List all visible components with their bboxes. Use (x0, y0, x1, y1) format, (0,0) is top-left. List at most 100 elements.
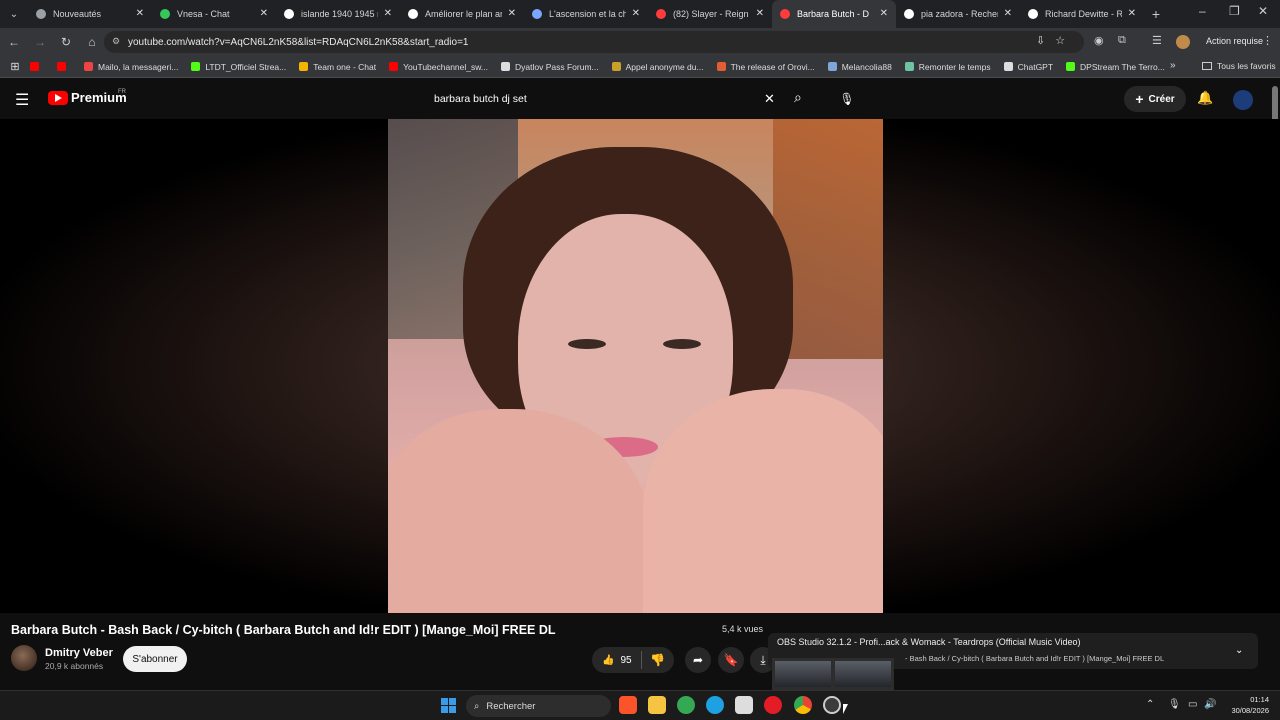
tab-close-icon[interactable]: ✕ (136, 8, 144, 19)
channel-name[interactable]: Dmitry Veber (45, 647, 113, 659)
create-button[interactable]: + Créer (1124, 86, 1186, 112)
tab-close-icon[interactable]: ✕ (880, 8, 888, 19)
edge-icon[interactable] (706, 696, 724, 714)
browser-tab[interactable]: L'ascension et la chut ✕ (524, 0, 648, 28)
home-icon[interactable]: ⌂ (80, 35, 104, 49)
search-icon: ⌕ (474, 700, 480, 712)
channel-avatar[interactable] (11, 645, 37, 671)
reading-list-icon[interactable]: ☰ (1152, 34, 1162, 47)
extensions-puzzle-icon[interactable]: ⧉ (1118, 34, 1126, 47)
bookmark-item[interactable]: DPStream The Terro... (1066, 62, 1165, 72)
taskbar-search[interactable]: ⌕ Rechercher (466, 695, 611, 717)
video-player[interactable] (0, 119, 1280, 613)
window-thumbnail[interactable] (775, 661, 831, 687)
bookmark-favicon-icon (611, 62, 621, 71)
all-favorites-folder[interactable]: Tous les favoris (1202, 61, 1276, 71)
tab-search-menu-icon[interactable]: ⌄ (0, 0, 28, 28)
youtube-premium-logo[interactable]: Premium FR (48, 89, 127, 105)
action-required-button[interactable]: Action requise (1206, 36, 1263, 46)
tab-close-icon[interactable]: ✕ (756, 8, 764, 19)
bookmark-item[interactable] (57, 62, 71, 72)
tab-favicon-icon (1028, 9, 1038, 19)
clear-search-icon[interactable]: ✕ (764, 91, 775, 107)
tab-close-icon[interactable]: ✕ (1004, 8, 1012, 19)
browser-tab[interactable]: Vnesa - Chat ✕ (152, 0, 276, 28)
like-button[interactable]: 👍 95 (592, 651, 642, 669)
bookmark-item[interactable]: Team one - Chat (299, 62, 376, 72)
apps-grid-icon[interactable]: ⊞ (0, 60, 30, 73)
browser-tab[interactable]: Nouveautés ✕ (28, 0, 152, 28)
tab-favicon-icon (532, 9, 542, 19)
tab-close-icon[interactable]: ✕ (260, 8, 268, 19)
bookmark-item[interactable]: ChatGPT (1003, 62, 1053, 72)
chrome-menu-icon[interactable]: ⋮ (1262, 34, 1273, 47)
tray-chevron-icon[interactable]: ⌃ (1146, 699, 1154, 710)
bookmark-item[interactable]: Appel anonyme du... (611, 62, 704, 72)
chrome-icon[interactable] (794, 696, 812, 714)
tab-close-icon[interactable]: ✕ (1128, 8, 1136, 19)
browser-tab[interactable]: pia zadora - Recherc ✕ (896, 0, 1020, 28)
obs-window-thumbnails[interactable] (772, 658, 894, 690)
popup-title: OBS Studio 32.1.2 - Profi...ack & Womack… (777, 637, 1081, 647)
browser-tab[interactable]: Améliorer le plan arc ✕ (400, 0, 524, 28)
tab-close-icon[interactable]: ✕ (632, 8, 640, 19)
chrome-alt-icon[interactable] (677, 696, 695, 714)
microphone-tray-icon[interactable]: 🎙 (1168, 699, 1181, 710)
browser-tab[interactable]: Richard Dewitte - Re ✕ (1020, 0, 1144, 28)
bookmark-item[interactable]: Melancolia88 (827, 62, 892, 72)
window-thumbnail[interactable] (835, 661, 891, 687)
bookmark-item[interactable]: LTDT_Officiel Strea... (191, 62, 286, 72)
mouse-cursor (843, 704, 848, 714)
clock[interactable]: 01:14 30/08/2026 (1227, 694, 1269, 716)
tab-list: Nouveautés ✕ Vnesa - Chat ✕ islande 1940 194… (28, 0, 1144, 28)
account-avatar[interactable] (1233, 90, 1253, 110)
reload-icon[interactable]: ↻ (54, 35, 78, 49)
bookmark-item[interactable]: Mailo, la messageri... (84, 62, 178, 72)
windows-start-icon[interactable] (441, 698, 456, 713)
back-icon[interactable]: ← (2, 35, 26, 49)
site-info-icon[interactable]: ⚙ (112, 36, 120, 47)
tab-close-icon[interactable]: ✕ (384, 8, 392, 19)
maximize-icon[interactable]: ❐ (1229, 4, 1240, 18)
more-bookmarks-icon[interactable]: » (1170, 60, 1176, 71)
browser-tab[interactable]: Barbara Butch - D ✕ (772, 0, 896, 28)
browser-tab[interactable]: (82) Slayer - Reign In ✕ (648, 0, 772, 28)
app-icon[interactable] (735, 696, 753, 714)
dislike-button[interactable]: 👎 (642, 653, 665, 667)
url-field[interactable]: ⚙ youtube.com/watch?v=AqCN6L2nK58&list=R… (104, 31, 1084, 53)
volume-icon[interactable]: 🔊 (1204, 699, 1216, 710)
bookmark-item[interactable]: The release of Orovi... (716, 62, 815, 72)
profile-avatar[interactable] (1176, 35, 1190, 49)
close-window-icon[interactable]: ✕ (1258, 4, 1268, 18)
install-and-star-icons[interactable]: ⇩☆ (1036, 34, 1075, 47)
bookmark-item[interactable] (30, 62, 44, 72)
new-tab-icon[interactable]: + (1144, 6, 1168, 22)
browser-tab-strip: ⌄ Nouveautés ✕ Vnesa - Chat ✕ islande 1940 1… (0, 0, 1280, 28)
microphone-icon[interactable]: 🎙 (834, 86, 860, 112)
bookmark-item[interactable]: Remonter le temps (904, 62, 991, 72)
file-explorer-icon[interactable] (648, 696, 666, 714)
brave-icon[interactable] (619, 696, 637, 714)
tab-close-icon[interactable]: ✕ (508, 8, 516, 19)
address-bar-row: ← → ↻ ⌂ ⚙ youtube.com/watch?v=AqCN6L2nK5… (0, 28, 1280, 56)
share-button[interactable]: ➦ (685, 647, 711, 673)
bookmark-item[interactable]: YouTubechannel_sw... (389, 62, 488, 72)
opera-icon[interactable] (764, 696, 782, 714)
chevron-down-icon[interactable]: ⌄ (1235, 645, 1243, 656)
bookmark-item[interactable]: Dyatlov Pass Forum... (501, 62, 599, 72)
search-icon[interactable]: ⌕ (794, 89, 802, 106)
extension-icon[interactable]: ◉ (1094, 34, 1104, 47)
browser-tab[interactable]: islande 1940 1945 m ✕ (276, 0, 400, 28)
forward-icon[interactable]: → (28, 35, 52, 49)
obs-icon[interactable] (823, 696, 841, 714)
menu-icon[interactable]: ☰ (15, 90, 29, 110)
subscribe-button[interactable]: S'abonner (123, 646, 187, 672)
save-button[interactable]: 🔖 (718, 647, 744, 673)
right-eye (663, 339, 701, 349)
network-icon[interactable]: ▭ (1188, 699, 1197, 710)
tab-label: L'ascension et la chut (549, 9, 626, 19)
bookmark-label: Dyatlov Pass Forum... (515, 61, 599, 72)
minimize-icon[interactable]: – (1199, 4, 1206, 18)
notifications-bell-icon[interactable]: 🔔 (1197, 90, 1213, 106)
search-input[interactable]: barbara butch dj set (425, 87, 785, 110)
